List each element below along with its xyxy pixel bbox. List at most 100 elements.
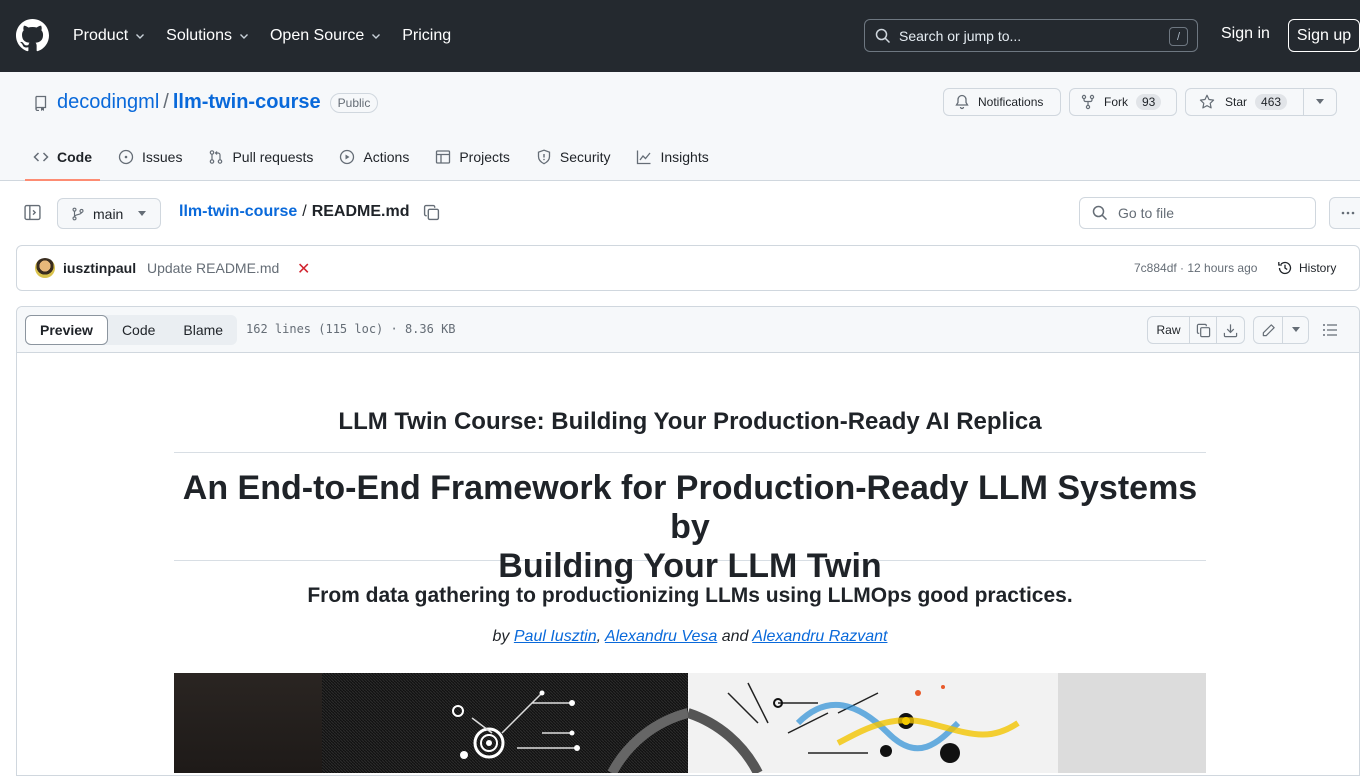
hero-banner-image [174,673,1206,773]
copy-path-icon[interactable] [423,204,440,221]
author-link[interactable]: Alexandru Razvant [752,628,887,645]
file-breadcrumb: llm-twin-course / README.md [179,203,440,221]
code-icon [33,152,49,162]
edit-group [1253,316,1309,344]
nav-open-source[interactable]: Open Source [270,27,382,45]
tab-blame[interactable]: Blame [169,315,237,345]
byline-prefix: by [492,628,514,645]
breadcrumb-separator: / [302,203,307,220]
commit-meta: 7c884df · 12 hours ago [1134,261,1257,275]
file-viewer: Preview Code Blame 162 lines (115 loc) ·… [16,306,1360,776]
chevron-down-icon [136,34,145,39]
copy-raw-button[interactable] [1190,317,1217,343]
edit-file-button[interactable] [1254,317,1283,343]
tab-actions-label: Actions [363,149,410,165]
star-count: 463 [1255,94,1288,110]
go-to-file-placeholder: Go to file [1118,205,1175,221]
file-info: 162 lines (115 loc) · 8.36 KB [246,322,456,336]
tab-code-label: Code [57,149,92,165]
chevron-down-icon [372,34,381,39]
shield-icon [537,149,551,165]
global-search-input[interactable]: Search or jump to... / [864,19,1198,52]
fork-button[interactable]: Fork 93 [1069,88,1177,116]
more-options-button[interactable] [1329,197,1360,229]
star-button[interactable]: Star 463 [1186,89,1304,115]
hero-panel-dark [174,673,322,773]
history-icon [1278,261,1292,275]
star-icon [1199,94,1215,109]
raw-button[interactable]: Raw [1148,317,1190,343]
commit-author-link[interactable]: iusztinpaul [63,260,136,276]
nav-product[interactable]: Product [73,27,146,45]
branch-name: main [93,205,124,222]
tab-insights[interactable]: Insights [636,144,709,170]
nav-solutions-label: Solutions [166,27,232,44]
author-link[interactable]: Paul Iusztin [514,628,597,645]
nav-open-source-label: Open Source [269,27,365,44]
commit-sha-link[interactable]: 7c884df [1134,261,1177,275]
nav-product-label: Product [73,27,129,44]
global-nav: Product Solutions Open Source Pricing [73,0,471,72]
table-icon [436,150,451,164]
nav-pricing[interactable]: Pricing [402,27,451,45]
go-to-file-input[interactable]: Go to file [1079,197,1316,229]
history-label: History [1299,261,1337,275]
repo-name-link[interactable]: llm-twin-course [173,91,321,114]
tab-security[interactable]: Security [536,144,611,170]
tab-code[interactable]: Code [25,144,100,181]
nav-solutions[interactable]: Solutions [166,27,250,45]
search-icon [875,28,891,43]
repo-path-separator: / [163,91,169,113]
repo-owner-link[interactable]: decodingml [57,91,159,114]
repo-title: decodingml / llm-twin-course Public [33,91,379,114]
bell-icon [955,94,969,110]
hero-panel-circuit-light [688,673,1058,773]
readme-heading-line-2: Building Your LLM Twin [498,547,882,585]
search-placeholder: Search or jump to... [899,27,1022,44]
sign-up-button[interactable]: Sign up [1288,19,1360,52]
download-icon [1223,323,1238,337]
pull-request-icon [210,150,223,164]
repo-icon [35,95,47,111]
tab-projects[interactable]: Projects [435,144,510,170]
readme-heading-line-1: An End-to-End Framework for Production-R… [182,469,1198,546]
fork-label: Fork [1104,95,1128,109]
commit-message-link[interactable]: Update README.md [147,260,279,276]
star-list-dropdown[interactable] [1304,99,1336,105]
notifications-button[interactable]: Notifications [943,88,1061,116]
github-logo-icon[interactable] [16,19,49,52]
history-button[interactable]: History [1277,260,1336,276]
outline-list-icon[interactable] [1322,322,1338,338]
chevron-down-icon [239,34,248,39]
tab-issues[interactable]: Issues [118,144,182,170]
copy-icon [1196,323,1210,337]
tab-actions[interactable]: Actions [339,144,409,170]
edit-options-dropdown[interactable] [1283,317,1308,343]
readme-authors: by Paul Iusztin, Alexandru Vesa and Alex… [174,628,1206,646]
raw-copy-download-group: Raw [1147,316,1245,344]
author-separator: , [596,628,605,645]
tab-security-label: Security [559,149,611,165]
author-link[interactable]: Alexandru Vesa [605,628,717,645]
breadcrumb-repo-link[interactable]: llm-twin-course [179,203,297,221]
author-and: and [717,628,753,645]
tab-insights-label: Insights [660,149,709,165]
tab-projects-label: Projects [459,149,510,165]
tab-pull-requests[interactable]: Pull requests [208,144,313,170]
sidebar-expand-icon[interactable] [24,204,41,221]
readme-subtitle: From data gathering to productionizing L… [307,584,1073,607]
play-icon [340,149,355,165]
tab-preview[interactable]: Preview [25,315,108,345]
commit-meta-sep: · [1176,261,1188,275]
branch-selector[interactable]: main [57,198,161,229]
nav-pricing-label: Pricing [402,27,452,44]
readme-course-title: LLM Twin Course: Building Your Productio… [174,408,1206,453]
tab-code-view[interactable]: Code [108,315,169,345]
sign-in-link[interactable]: Sign in [1221,25,1270,43]
repo-tabs: Code Issues Pull requests Actions Projec… [25,144,735,181]
readme-main-heading: An End-to-End Framework for Production-R… [174,469,1206,585]
avatar[interactable] [35,258,55,278]
check-failed-icon[interactable]: ✕ [297,259,310,279]
download-button[interactable] [1217,317,1244,343]
search-icon [1092,205,1108,221]
